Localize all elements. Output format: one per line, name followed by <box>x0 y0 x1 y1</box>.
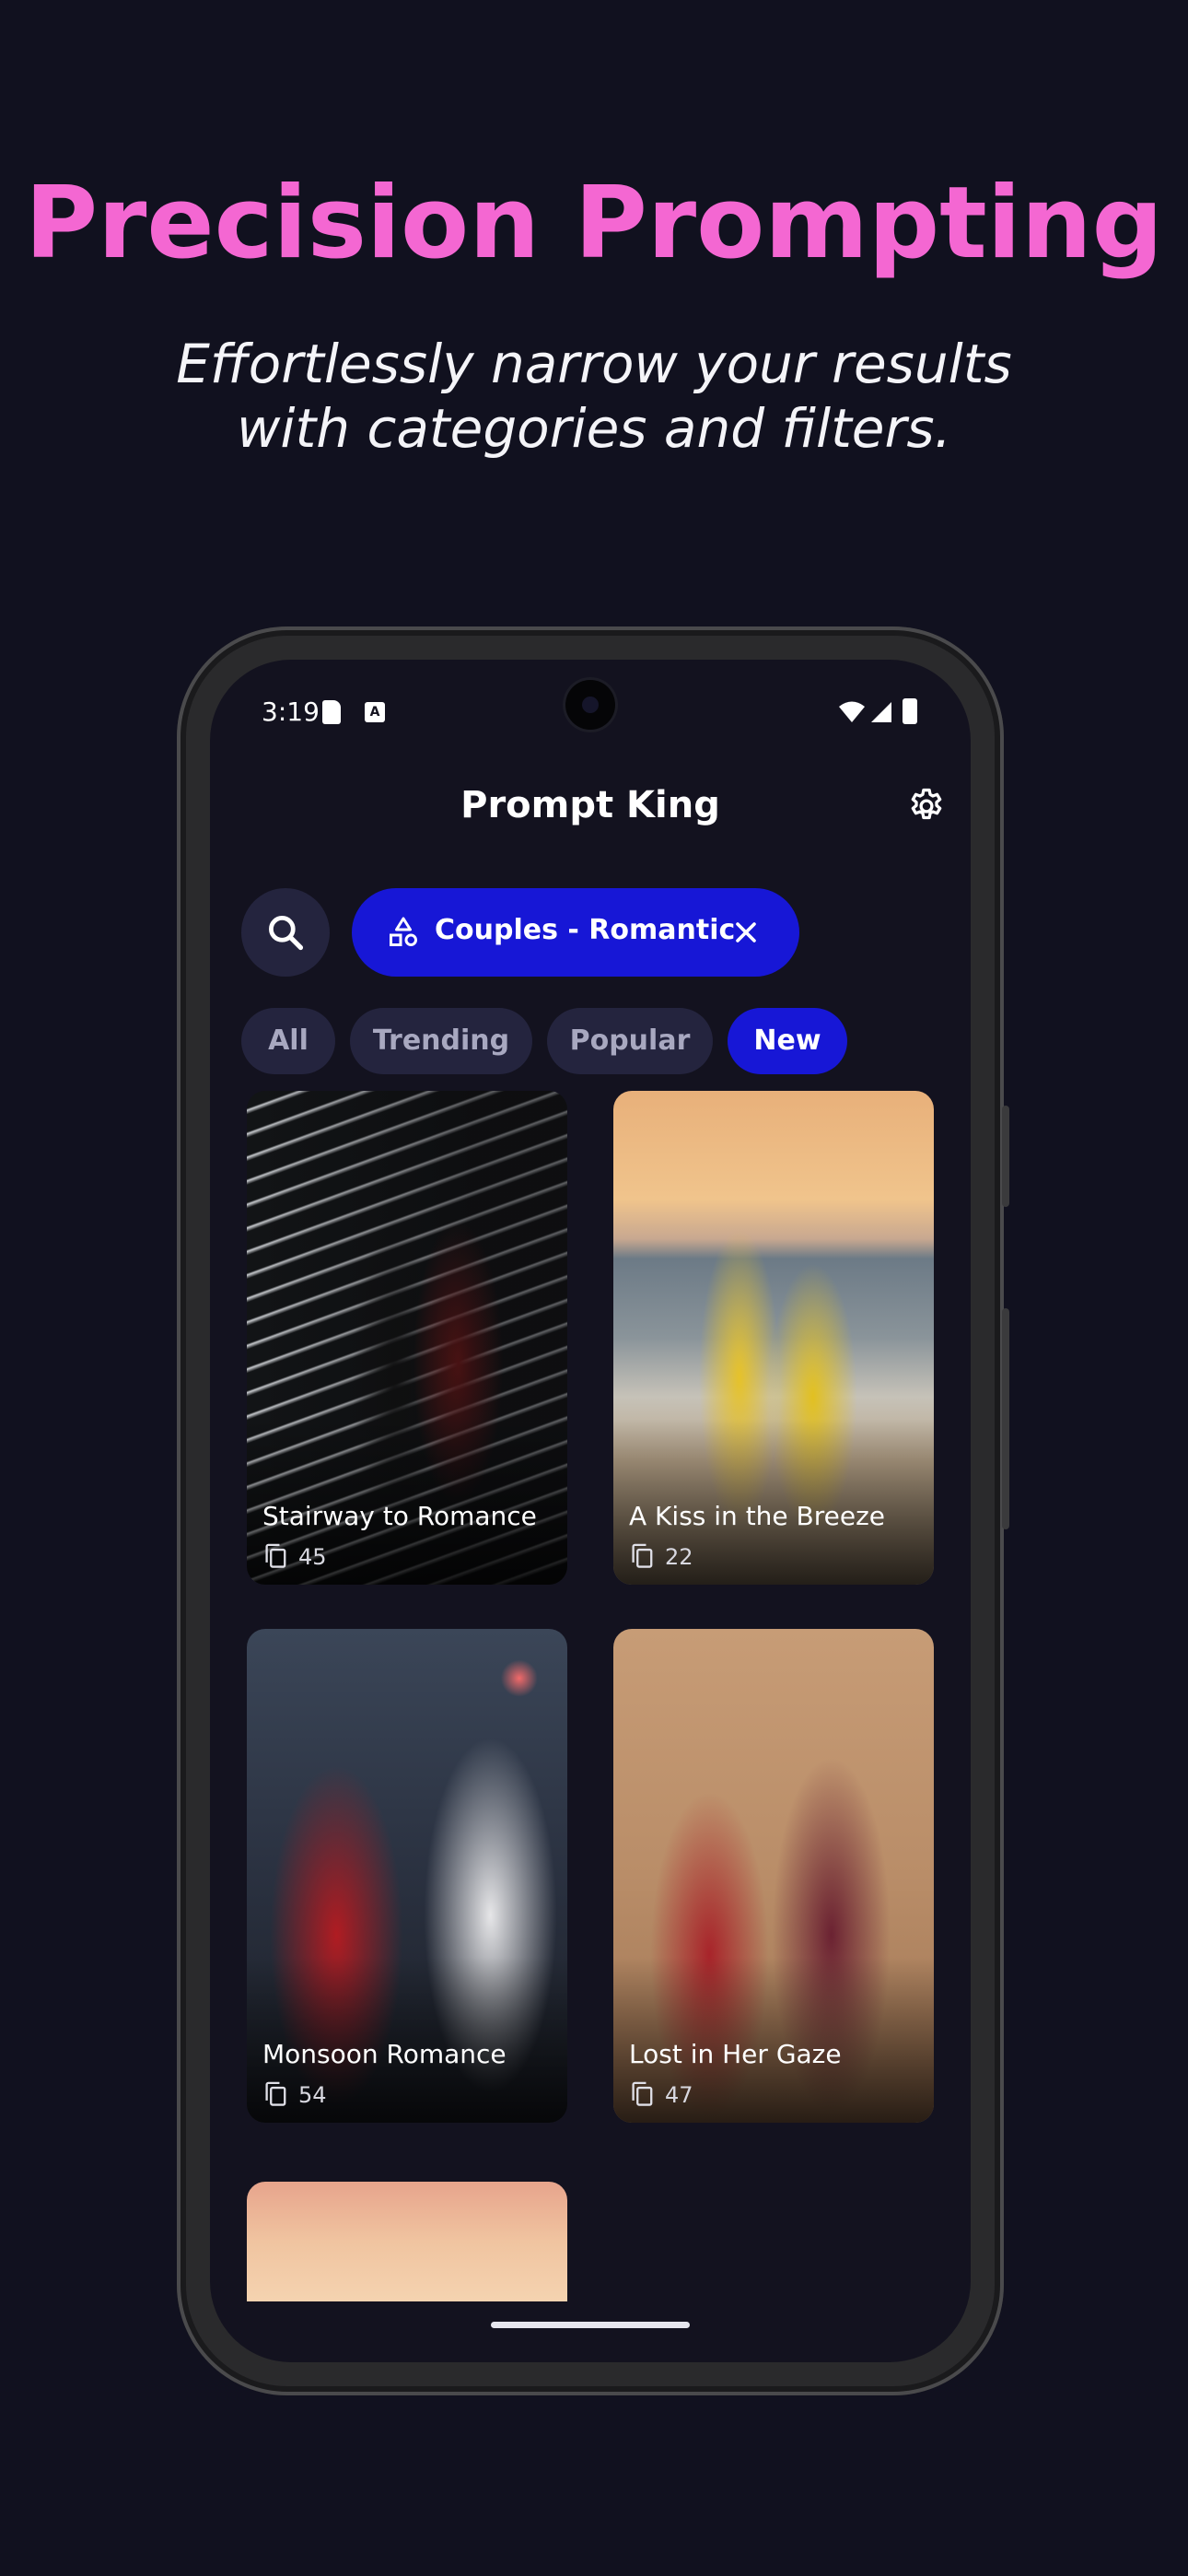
home-indicator[interactable] <box>491 2322 690 2328</box>
promo-subline: Effortlessly narrow your results with ca… <box>0 332 1188 461</box>
card-copy-count: 22 <box>665 1544 693 1570</box>
copy-icon <box>265 1543 286 1568</box>
card-title: A Kiss in the Breeze <box>629 1501 886 1531</box>
signal-icon <box>871 702 891 722</box>
battery-icon <box>903 698 917 724</box>
prompt-card[interactable]: A Kiss in the Breeze 22 <box>613 1091 934 1585</box>
prompt-card-partial[interactable] <box>247 2182 567 2301</box>
notification-a-icon: A <box>365 702 385 722</box>
gear-icon[interactable] <box>906 786 947 826</box>
category-chip[interactable]: Couples - Romantic <box>352 888 799 977</box>
card-title: Lost in Her Gaze <box>629 2039 842 2069</box>
copy-icon <box>632 1543 653 1568</box>
status-time: 3:19 <box>262 697 320 727</box>
promo-subline-line-2: with categories and filters. <box>236 397 951 460</box>
phone-frame: 3:19 A Prompt King Couples - Romantic Al… <box>177 626 1009 2395</box>
close-icon[interactable] <box>729 916 763 949</box>
card-title: Monsoon Romance <box>262 2039 507 2069</box>
promo-subline-line-1: Effortlessly narrow your results <box>176 333 1012 395</box>
prompt-card[interactable]: Lost in Her Gaze 47 <box>613 1629 934 2123</box>
phone-volume-button <box>1002 1308 1009 1529</box>
promo-headline: Precision Prompting <box>25 166 1163 281</box>
search-icon <box>269 916 304 951</box>
card-title: Stairway to Romance <box>262 1501 537 1531</box>
prompt-card[interactable]: Stairway to Romance 45 <box>247 1091 567 1585</box>
sd-card-icon <box>322 700 341 724</box>
prompt-card[interactable]: Monsoon Romance 54 <box>247 1629 567 2123</box>
copy-icon <box>265 2081 286 2106</box>
card-copy-count: 54 <box>298 2082 327 2108</box>
filter-new[interactable]: New <box>728 1008 847 1074</box>
card-copy-count: 47 <box>665 2082 693 2108</box>
filter-popular[interactable]: Popular <box>547 1008 713 1074</box>
card-copy-count: 45 <box>298 1544 327 1570</box>
wifi-icon <box>839 701 865 722</box>
filter-trending[interactable]: Trending <box>350 1008 532 1074</box>
phone-power-button <box>1002 1106 1009 1207</box>
category-shapes-icon <box>390 917 417 946</box>
category-chip-label: Couples - Romantic <box>435 914 736 946</box>
phone-screen: 3:19 A Prompt King Couples - Romantic Al… <box>210 660 971 2362</box>
copy-icon <box>632 2081 653 2106</box>
search-button[interactable] <box>241 888 330 977</box>
app-title: Prompt King <box>460 784 720 826</box>
front-camera <box>565 680 615 730</box>
filter-all[interactable]: All <box>241 1008 335 1074</box>
